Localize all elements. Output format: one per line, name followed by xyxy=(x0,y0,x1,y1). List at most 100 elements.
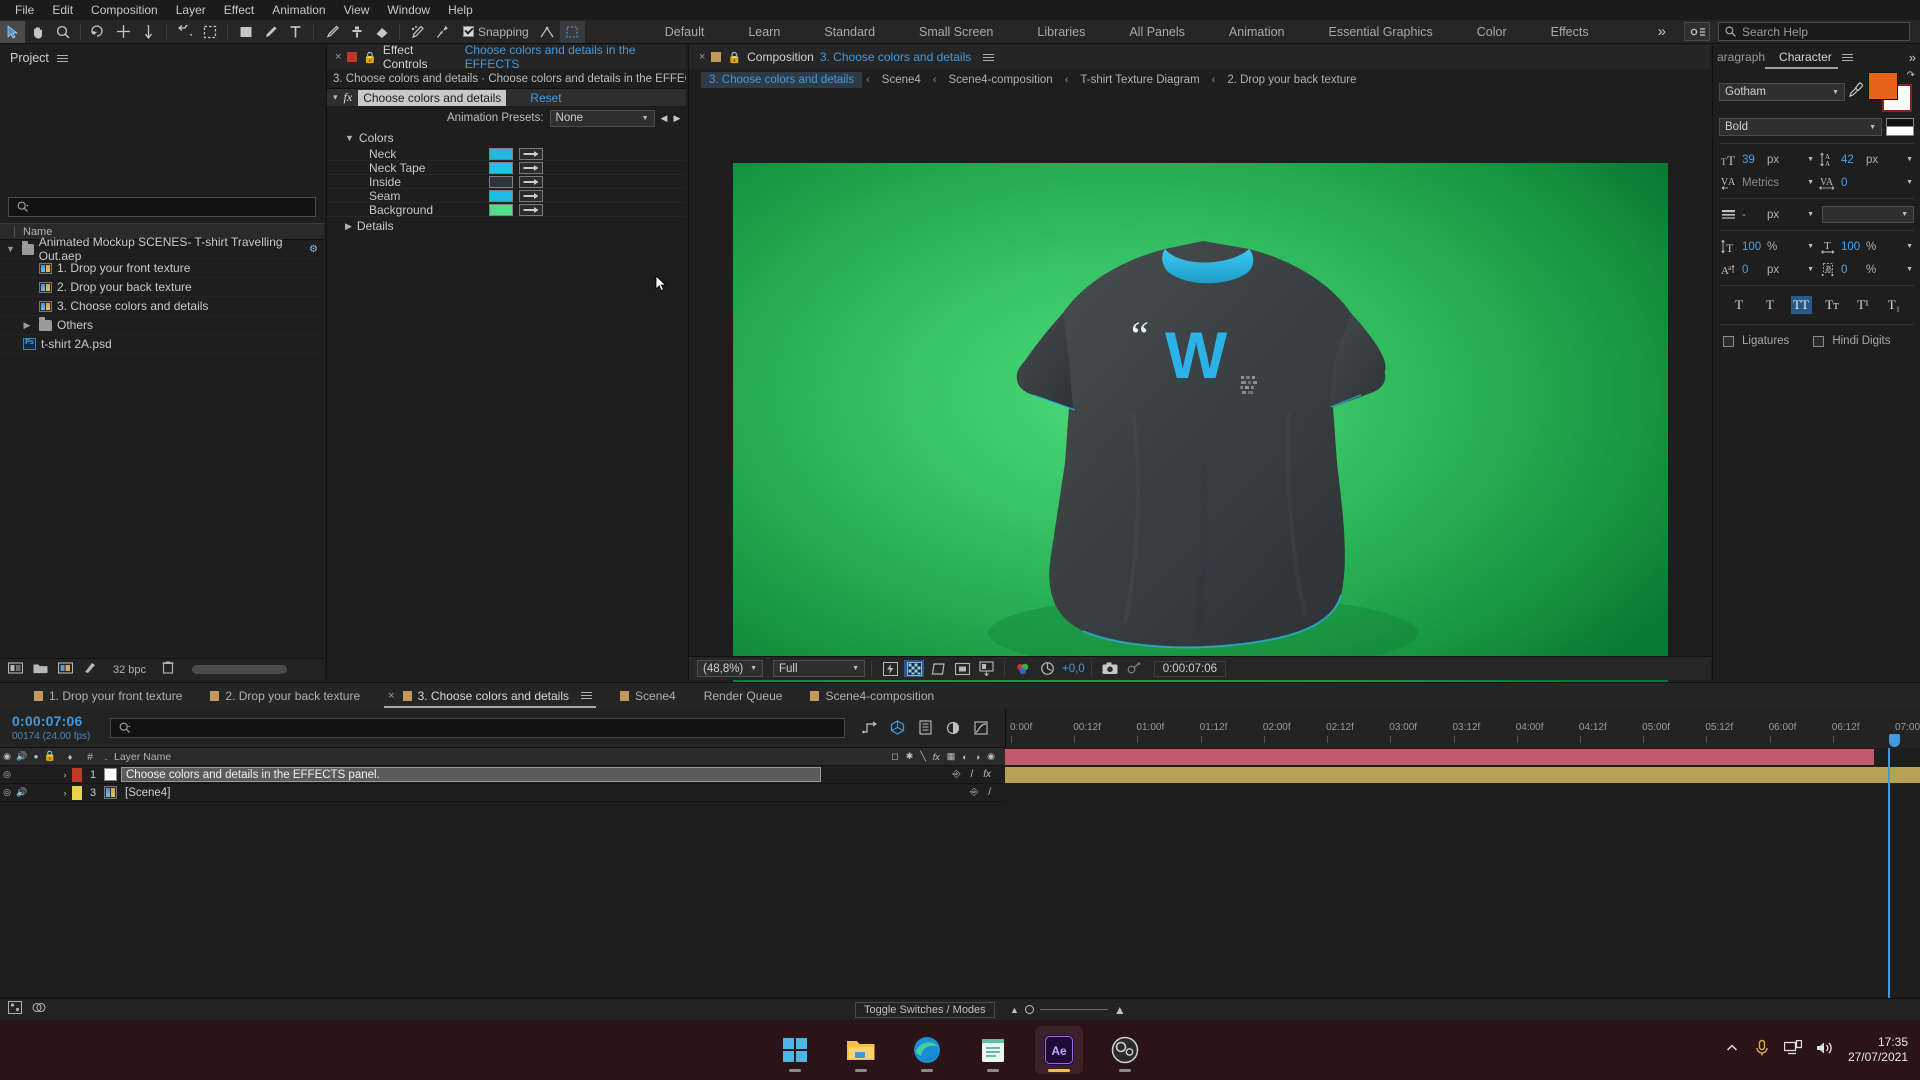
disclosure-triangle-icon[interactable]: ▶ xyxy=(345,221,352,232)
roto-brush-tool[interactable] xyxy=(405,21,430,43)
snapping-toggle[interactable]: Snapping xyxy=(463,25,529,39)
fill-stroke-swatches[interactable]: ↷ xyxy=(1868,70,1915,112)
project-menu-icon[interactable] xyxy=(56,53,68,64)
close-icon[interactable]: × xyxy=(388,690,394,702)
undo-arrow-icon[interactable] xyxy=(172,21,197,43)
volume-icon[interactable] xyxy=(1816,1040,1834,1061)
roto-brush-selection-icon[interactable] xyxy=(197,21,222,43)
timeline-tab-scene4[interactable]: Scene4 xyxy=(606,683,690,708)
layer-label-color[interactable] xyxy=(72,767,82,782)
motion-blur-icon[interactable] xyxy=(945,720,961,736)
take-snapshot-icon[interactable] xyxy=(1100,660,1120,677)
breadcrumb-item[interactable]: 3. Choose colors and details xyxy=(701,72,863,88)
zoom-level-dropdown[interactable]: (48,8%) ▼ xyxy=(697,660,763,677)
layer-switches[interactable]: ⎆ / xyxy=(970,787,1005,798)
chevron-down-icon[interactable]: ▼ xyxy=(1807,266,1814,273)
zoom-tool[interactable] xyxy=(50,21,75,43)
transparency-grid-icon[interactable] xyxy=(904,660,924,677)
workspace-libraries[interactable]: Libraries xyxy=(1015,20,1107,44)
character-menu-icon[interactable] xyxy=(1841,52,1853,63)
zoom-slider-track[interactable] xyxy=(1039,1009,1108,1010)
workspace-essential-graphics[interactable]: Essential Graphics xyxy=(1307,20,1455,44)
draft-3d-icon[interactable] xyxy=(889,720,905,736)
transfer-controls-toggle-icon[interactable] xyxy=(32,1001,46,1019)
effect-name-label[interactable]: Choose colors and details xyxy=(358,89,507,106)
timeline-tab-render-queue[interactable]: Render Queue xyxy=(690,683,797,708)
delete-icon[interactable] xyxy=(162,661,174,679)
stroke-type-dropdown[interactable]: ▼ xyxy=(1822,206,1914,223)
disclosure-triangle-icon[interactable]: ▼ xyxy=(345,133,354,143)
reset-exposure-icon[interactable] xyxy=(1037,660,1057,677)
superscript-button[interactable]: T¹ xyxy=(1853,296,1874,314)
parent-pick-whip-icon[interactable]: ⎆ xyxy=(952,769,960,780)
timeline-menu-icon[interactable] xyxy=(581,690,593,701)
layer-label-color[interactable] xyxy=(72,785,82,800)
eyedropper-button[interactable] xyxy=(519,203,543,216)
obs-studio-icon[interactable] xyxy=(1101,1026,1149,1074)
layer-name[interactable]: Choose colors and details in the EFFECTS… xyxy=(121,767,821,782)
timeline-search-input[interactable] xyxy=(110,717,845,738)
effects-switch[interactable]: fx xyxy=(983,769,991,780)
composition-viewer[interactable]: “ W xyxy=(689,91,1711,688)
layer-disclosure-icon[interactable]: › xyxy=(58,770,72,780)
menu-help[interactable]: Help xyxy=(439,1,482,19)
hide-shy-layers-icon[interactable] xyxy=(917,720,933,736)
type-tool[interactable] xyxy=(283,21,308,43)
clone-stamp-tool[interactable] xyxy=(344,21,369,43)
search-help-input[interactable]: Search Help xyxy=(1718,22,1910,41)
ligatures-checkbox[interactable] xyxy=(1723,335,1734,347)
eyedropper-button[interactable] xyxy=(519,161,543,174)
menu-edit[interactable]: Edit xyxy=(43,1,82,19)
tracking-field[interactable]: VA 0 ▼ xyxy=(1818,174,1913,191)
project-item[interactable]: Ps t-shirt 2A.psd xyxy=(0,335,324,354)
lock-icon[interactable]: 🔒 xyxy=(727,51,741,64)
layer-switches-toggle-icon[interactable] xyxy=(8,1000,22,1019)
effect-reset-button[interactable]: Reset xyxy=(530,91,561,105)
new-composition-icon[interactable] xyxy=(57,661,74,679)
project-search-input[interactable] xyxy=(8,197,316,217)
video-toggle-icon[interactable]: ◎ xyxy=(0,769,14,780)
quality-switch[interactable]: / xyxy=(970,769,973,780)
tab-character[interactable]: Character xyxy=(1765,45,1838,69)
snapshot-view-icon[interactable] xyxy=(976,660,996,677)
menu-composition[interactable]: Composition xyxy=(82,1,167,19)
exposure-value[interactable]: +0,0 xyxy=(1062,663,1085,675)
quality-switch[interactable]: / xyxy=(988,787,991,798)
font-style-dropdown[interactable]: Bold ▼ xyxy=(1719,118,1882,136)
edge-browser-icon[interactable] xyxy=(903,1026,951,1074)
chevron-down-icon[interactable]: ▼ xyxy=(1807,156,1814,163)
composition-tab-label[interactable]: Composition xyxy=(747,50,814,64)
menu-layer[interactable]: Layer xyxy=(167,1,215,19)
composition-timecode[interactable]: 0:00:07:06 xyxy=(1153,660,1227,677)
resolution-dropdown[interactable]: Full ▼ xyxy=(773,660,865,677)
timeline-tab-scene4-composition[interactable]: Scene4-composition xyxy=(796,683,948,708)
workspace-more-button[interactable]: » xyxy=(1648,23,1676,40)
close-icon[interactable]: × xyxy=(335,51,341,63)
workspace-effects[interactable]: Effects xyxy=(1529,20,1611,44)
composition-menu-icon[interactable] xyxy=(983,52,995,63)
show-snapshot-icon[interactable] xyxy=(1124,660,1144,677)
layer-duration-bar[interactable] xyxy=(1005,749,1875,765)
baseline-shift-field[interactable]: Aa 0 px ▼ xyxy=(1719,261,1815,278)
project-scrollbar[interactable] xyxy=(192,665,288,674)
eyedropper-button[interactable] xyxy=(519,147,543,160)
timeline-layer-row[interactable]: ◎ › 1 Choose colors and details in the EFFE… xyxy=(0,766,1005,784)
snap-vertex-icon[interactable] xyxy=(535,21,560,43)
workspace-animation[interactable]: Animation xyxy=(1207,20,1307,44)
kerning-field[interactable]: VA Metrics ▼ xyxy=(1719,174,1814,191)
layer-switches[interactable]: ⎆ / fx xyxy=(952,769,1005,780)
timeline-layer-row[interactable]: ◎ 🔊 › 3 [Scene4] ⎆ / xyxy=(0,784,1005,802)
horizontal-scale-field[interactable]: T 100 % ▼ xyxy=(1818,238,1913,255)
vertical-scale-field[interactable]: T 100 % ▼ xyxy=(1719,238,1814,255)
layer-name[interactable]: [Scene4] xyxy=(121,785,821,800)
project-item[interactable]: ▶ Others xyxy=(0,316,324,335)
disclosure-triangle-icon[interactable]: ▶ xyxy=(20,320,34,331)
chevron-down-icon[interactable]: ▼ xyxy=(1807,211,1814,218)
mask-shape-icon[interactable] xyxy=(928,660,948,677)
puppet-pin-tool[interactable] xyxy=(430,21,455,43)
zoom-slider-knob[interactable] xyxy=(1024,1005,1034,1014)
color-swatch[interactable] xyxy=(489,203,513,216)
fill-color-swatch[interactable] xyxy=(1868,72,1898,100)
subscript-button[interactable]: T₁ xyxy=(1884,296,1905,314)
video-toggle-icon[interactable]: ◎ xyxy=(0,787,14,798)
